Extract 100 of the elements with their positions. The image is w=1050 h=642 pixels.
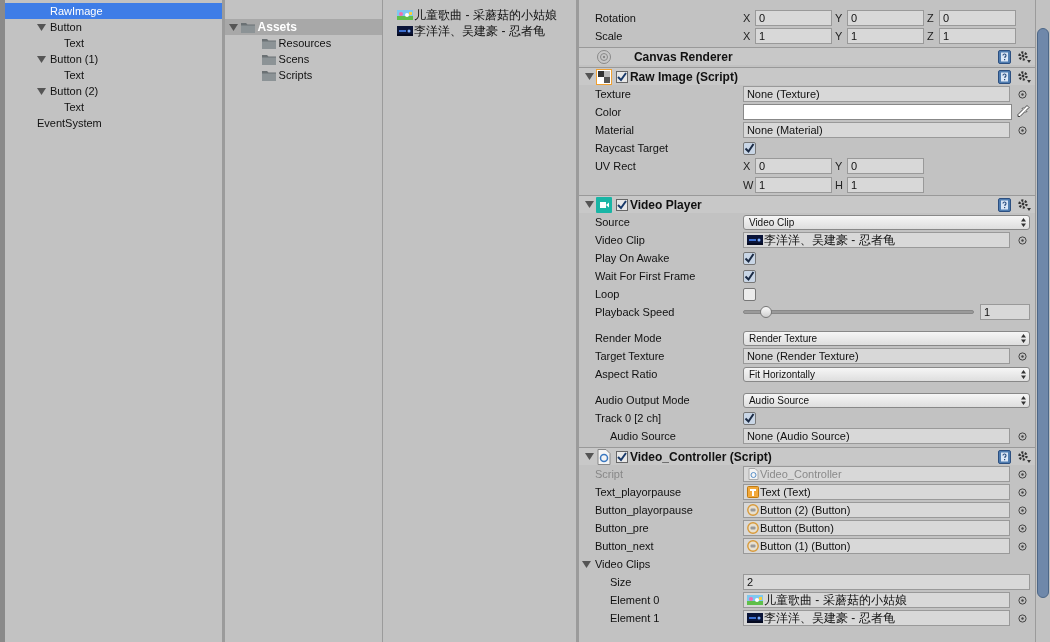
rings-icon xyxy=(595,48,612,65)
field-label: Audio Output Mode xyxy=(593,392,691,408)
help-icon xyxy=(998,69,1012,84)
object-field[interactable]: Text (Text) xyxy=(742,484,1011,500)
object-field[interactable]: Button (2) (Button) xyxy=(742,502,1011,518)
object-field[interactable]: 儿童歌曲 - 采蘑菇的小姑娘 xyxy=(742,592,1011,608)
folder-icon xyxy=(260,36,277,50)
help-icon xyxy=(998,49,1012,64)
field-label: Script xyxy=(593,466,625,482)
component-header[interactable]: Canvas Renderer xyxy=(578,47,1036,65)
object-picker-icon xyxy=(1018,235,1028,245)
dropdown[interactable]: Fit Horizontally xyxy=(742,366,1031,382)
number-field[interactable]: 0 xyxy=(846,10,924,26)
button-component-icon xyxy=(746,522,759,534)
number-field[interactable]: 1 xyxy=(938,28,1016,44)
component-title: Video Player xyxy=(629,196,703,214)
hierarchy-item[interactable]: Text xyxy=(5,35,222,51)
object-field[interactable]: 李洋洋、吴建豪 - 忍者龟 xyxy=(742,610,1011,626)
number-field[interactable]: 0 xyxy=(754,10,832,26)
settings-icon xyxy=(1017,70,1032,83)
number-field[interactable]: 0 xyxy=(754,158,832,175)
hierarchy-item[interactable]: EventSystem xyxy=(5,115,222,131)
folder-item[interactable]: Scens xyxy=(224,51,383,67)
component-header[interactable]: Video_Controller (Script) xyxy=(578,447,1036,465)
color-field[interactable] xyxy=(742,104,1013,120)
object-field[interactable]: None (Audio Source) xyxy=(742,428,1011,444)
checkbox[interactable] xyxy=(742,141,756,155)
dropdown[interactable]: Audio Source xyxy=(742,392,1031,408)
help-icon xyxy=(998,197,1012,212)
component-header[interactable]: Video Player xyxy=(578,195,1036,213)
hierarchy-item[interactable]: Button xyxy=(5,19,222,35)
foldout-label[interactable]: Video Clips xyxy=(594,555,651,573)
button-component-icon xyxy=(746,540,759,552)
object-field[interactable]: None (Render Texture) xyxy=(742,348,1011,364)
axis-label: H xyxy=(834,177,844,193)
field-label: Source xyxy=(593,214,631,230)
checkbox[interactable] xyxy=(742,411,756,425)
number-field[interactable]: 1 xyxy=(846,176,924,193)
axis-label: W xyxy=(742,177,755,193)
file-item[interactable]: 李洋洋、吴建豪 - 忍者龟 xyxy=(383,23,576,39)
number-field[interactable]: 1 xyxy=(846,28,924,44)
checker-icon xyxy=(595,68,612,85)
field-label: Video Clip xyxy=(593,232,646,248)
field-label: Raycast Target xyxy=(593,140,670,156)
axis-label: X xyxy=(742,159,752,174)
eyedropper-icon xyxy=(1016,105,1031,119)
number-field[interactable]: 1 xyxy=(980,304,1031,320)
hierarchy-item[interactable]: Text xyxy=(5,67,222,83)
object-field[interactable]: Button (Button) xyxy=(742,520,1011,536)
field-label: UV Rect xyxy=(593,159,637,174)
field-label: Button_pre xyxy=(593,520,650,536)
help-icon xyxy=(998,449,1012,464)
object-field[interactable]: 李洋洋、吴建豪 - 忍者龟 xyxy=(742,232,1011,248)
dropdown[interactable]: Video Clip xyxy=(742,214,1031,230)
axis-label: Y xyxy=(834,28,844,44)
hierarchy-item[interactable]: Text xyxy=(5,99,222,115)
hierarchy-item[interactable]: Button (2) xyxy=(5,83,222,99)
field-label: Play On Awake xyxy=(593,250,671,266)
number-field[interactable]: 0 xyxy=(938,10,1016,26)
number-field[interactable]: 0 xyxy=(846,158,924,175)
hierarchy-item[interactable]: Button (1) xyxy=(5,51,222,67)
dropdown[interactable]: Render Texture xyxy=(742,330,1031,346)
number-field[interactable]: 1 xyxy=(754,176,832,193)
scrollbar-thumb[interactable] xyxy=(1037,28,1050,598)
enable-checkbox[interactable] xyxy=(615,450,628,463)
object-field[interactable]: Button (1) (Button) xyxy=(742,538,1011,554)
number-field[interactable]: 2 xyxy=(742,574,1031,590)
checkbox[interactable] xyxy=(742,269,756,283)
number-field[interactable]: 1 xyxy=(754,28,832,44)
folder-icon xyxy=(260,68,277,82)
hierarchy-item[interactable]: RawImage xyxy=(5,3,222,19)
checkbox[interactable] xyxy=(742,251,756,265)
folder-item[interactable]: Resources xyxy=(224,35,383,51)
checkbox[interactable] xyxy=(742,287,756,301)
axis-label: Y xyxy=(834,10,844,26)
folder-item[interactable]: Scripts xyxy=(224,67,383,83)
updown-caret-icon xyxy=(1021,217,1027,227)
object-field[interactable]: None (Material) xyxy=(742,122,1011,138)
axis-label: Y xyxy=(834,159,844,174)
field-label: Material xyxy=(593,122,636,138)
field-label: Element 1 xyxy=(608,610,661,626)
field-label: Track 0 [2 ch] xyxy=(593,410,663,426)
enable-checkbox[interactable] xyxy=(615,198,628,211)
field-label: Render Mode xyxy=(593,330,663,346)
settings-icon xyxy=(1017,198,1032,211)
enable-checkbox[interactable] xyxy=(615,70,628,83)
field-label: Wait For First Frame xyxy=(593,268,697,284)
folder-icon xyxy=(260,52,277,66)
object-picker-icon xyxy=(1018,125,1028,135)
slider-thumb[interactable] xyxy=(760,306,772,318)
field-label: Color xyxy=(593,104,623,120)
field-label: Button_next xyxy=(593,538,655,554)
component-header[interactable]: Raw Image (Script) xyxy=(578,67,1036,85)
file-item[interactable]: 儿童歌曲 - 采蘑菇的小姑娘 xyxy=(383,7,576,23)
field-label: Size xyxy=(608,574,633,590)
object-field[interactable]: None (Texture) xyxy=(742,86,1011,102)
axis-label: X xyxy=(742,28,752,44)
field-label: Texture xyxy=(593,86,632,102)
script-file-icon xyxy=(595,448,612,465)
button-component-icon xyxy=(746,504,759,516)
